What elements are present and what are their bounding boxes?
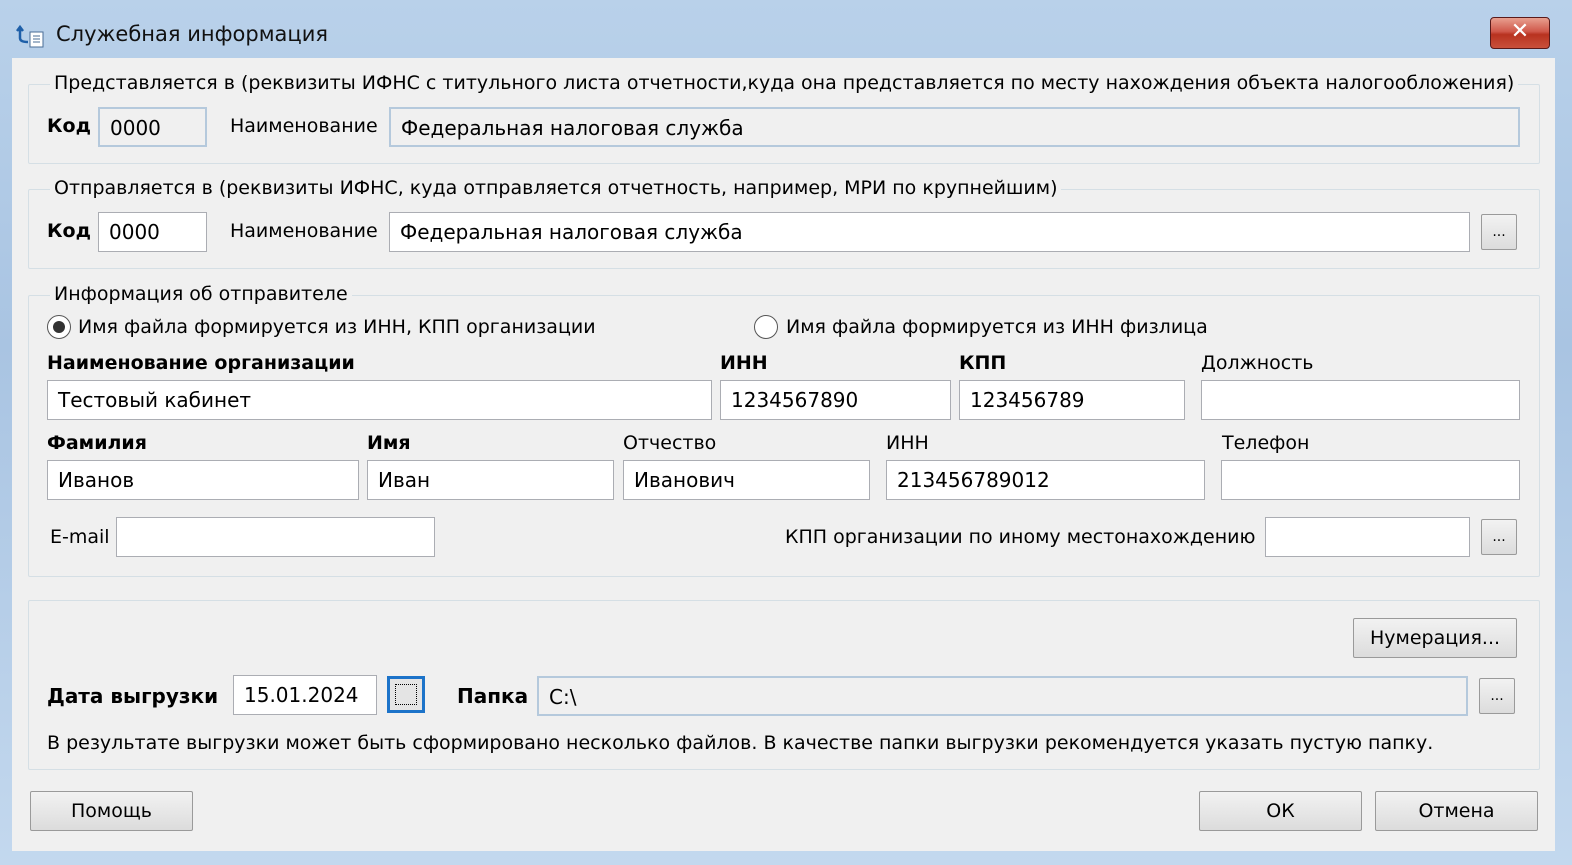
sent-browse-button[interactable]: ... — [1481, 214, 1517, 250]
presented-name-label: Наименование — [230, 115, 378, 137]
position-field[interactable] — [1201, 380, 1520, 420]
calendar-button[interactable] — [387, 676, 425, 713]
help-button[interactable]: Помощь — [30, 791, 193, 831]
sent-name-label: Наименование — [230, 220, 378, 242]
radio-org-label[interactable]: Имя файла формируется из ИНН, КПП органи… — [78, 316, 596, 338]
phone-label: Телефон — [1222, 432, 1310, 454]
kpp-label: КПП — [959, 352, 1007, 374]
cancel-button[interactable]: Отмена — [1375, 791, 1538, 831]
calendar-icon — [395, 684, 417, 705]
sender-legend: Информация об отправителе — [50, 283, 352, 305]
ok-button[interactable]: ОК — [1199, 791, 1362, 831]
other-kpp-field[interactable] — [1265, 517, 1470, 557]
email-label: E-mail — [50, 526, 110, 548]
surname-field[interactable]: Иванов — [47, 460, 359, 500]
patronymic-field[interactable]: Иванович — [623, 460, 870, 500]
sent-name-field[interactable]: Федеральная налоговая служба — [389, 212, 1470, 252]
phone-field[interactable] — [1221, 460, 1520, 500]
org-name-label: Наименование организации — [47, 352, 355, 374]
radio-person-label[interactable]: Имя файла формируется из ИНН физлица — [786, 316, 1208, 338]
folder-browse-button[interactable]: ... — [1479, 678, 1515, 714]
date-label: Дата выгрузки — [47, 684, 219, 708]
export-note: В результате выгрузки может быть сформир… — [47, 732, 1434, 754]
radio-person[interactable] — [754, 315, 778, 339]
sent-code-field[interactable]: 0000 — [98, 212, 207, 252]
presented-legend: Представляется в (реквизиты ИФНС с титул… — [50, 72, 1519, 94]
folder-field[interactable]: C:\ — [537, 676, 1468, 716]
first-name-label: Имя — [367, 432, 411, 454]
patronymic-label: Отчество — [623, 432, 717, 454]
inn-label: ИНН — [720, 352, 768, 374]
presented-code-field[interactable]: 0000 — [98, 107, 207, 147]
inn-field[interactable]: 1234567890 — [720, 380, 951, 420]
person-inn-field[interactable]: 213456789012 — [886, 460, 1205, 500]
radio-org[interactable] — [47, 315, 71, 339]
folder-label: Папка — [457, 684, 529, 708]
first-name-field[interactable]: Иван — [367, 460, 614, 500]
email-field[interactable] — [116, 517, 435, 557]
close-button[interactable]: ✕ — [1490, 17, 1550, 49]
other-kpp-browse-button[interactable]: ... — [1481, 519, 1517, 555]
app-tree-icon — [16, 24, 46, 48]
numbering-button[interactable]: Нумерация... — [1353, 618, 1517, 658]
sent-code-label: Код — [47, 220, 91, 242]
sent-legend: Отправляется в (реквизиты ИФНС, куда отп… — [50, 177, 1062, 199]
surname-label: Фамилия — [47, 432, 147, 454]
window-title: Служебная информация — [56, 22, 329, 46]
position-label: Должность — [1201, 352, 1314, 374]
presented-code-label: Код — [47, 115, 91, 137]
date-field[interactable]: 15.01.2024 — [233, 675, 377, 715]
person-inn-label: ИНН — [886, 432, 929, 454]
kpp-field[interactable]: 123456789 — [959, 380, 1185, 420]
presented-name-field[interactable]: Федеральная налоговая служба — [389, 107, 1520, 147]
org-name-field[interactable]: Тестовый кабинет — [47, 380, 712, 420]
other-kpp-label: КПП организации по иному местонахождению — [785, 526, 1256, 548]
